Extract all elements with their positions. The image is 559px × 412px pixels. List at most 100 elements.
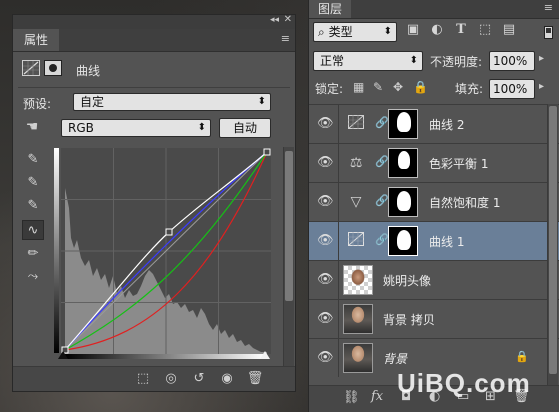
adjustment-title: 曲线	[76, 64, 101, 78]
tab-layers[interactable]: 图层	[309, 0, 351, 18]
visibility-column[interactable]: 👁	[309, 339, 339, 377]
mask-link-icon[interactable]: 🔗	[375, 194, 389, 207]
layer-mask-thumbnail[interactable]	[388, 109, 418, 139]
visibility-eye-icon[interactable]: ◉	[217, 369, 237, 389]
curves-graph[interactable]	[61, 148, 276, 363]
curves-adjustment-icon	[22, 60, 40, 76]
curve-point-tool-icon[interactable]: ∿	[22, 220, 44, 240]
blend-mode-value: 正常	[320, 54, 345, 68]
layer-name[interactable]: 色彩平衡 1	[429, 155, 488, 172]
smooth-curve-icon[interactable]: ⤳	[22, 267, 44, 287]
channel-dropdown[interactable]: RGB ⬍	[61, 119, 211, 137]
lock-all-icon[interactable]: 🔒	[413, 80, 428, 94]
reset-icon[interactable]: ↺	[189, 369, 209, 389]
lock-image-pixels-icon[interactable]: ✎	[373, 80, 383, 94]
visibility-column[interactable]: 👁	[309, 105, 339, 143]
sample-black-point-icon[interactable]: ✎	[22, 150, 44, 170]
auto-button[interactable]: 自动	[219, 118, 271, 138]
layer-mask-icon[interactable]	[44, 60, 62, 76]
layer-style-icon[interactable]: fx	[371, 389, 383, 404]
preset-dropdown[interactable]: 自定 ⬍	[73, 93, 271, 111]
layer-name[interactable]: 姚明头像	[383, 272, 431, 289]
scrollbar-thumb[interactable]	[285, 151, 293, 301]
pixel-filter-icon[interactable]: ▣	[403, 22, 423, 37]
visibility-column[interactable]: 👁	[309, 183, 339, 221]
mask-link-icon[interactable]: 🔗	[375, 116, 389, 129]
type-filter-icon[interactable]: T	[451, 22, 471, 37]
properties-scrollbar[interactable]	[283, 147, 294, 367]
panel-menu-icon[interactable]: ≡	[544, 1, 553, 14]
black-point-slider[interactable]	[58, 351, 68, 359]
layer-name[interactable]: 自然饱和度 1	[429, 194, 500, 211]
layer-thumbnail[interactable]	[343, 343, 373, 373]
visibility-column[interactable]: 👁	[309, 222, 339, 260]
on-image-adjust-hand-icon[interactable]: ☚	[21, 119, 43, 137]
layer-row-vibrance-1[interactable]: 👁 ▽ 🔗 自然饱和度 1	[309, 182, 559, 221]
white-point-slider[interactable]	[260, 351, 270, 359]
sample-gray-point-icon[interactable]: ✎	[22, 173, 44, 193]
eye-icon[interactable]: 👁	[317, 350, 334, 366]
scrollbar-thumb[interactable]	[549, 106, 557, 374]
layer-row-yao-ming-head[interactable]: 👁 姚明头像	[309, 260, 559, 299]
eye-icon[interactable]: 👁	[317, 311, 334, 327]
delete-trash-icon[interactable]: 🗑	[245, 369, 265, 389]
smart-object-filter-icon[interactable]: ▤	[499, 22, 519, 37]
clip-to-layer-icon[interactable]: ⬚	[133, 369, 153, 389]
layer-row-color-balance-1[interactable]: 👁 ⚖ 🔗 色彩平衡 1	[309, 143, 559, 182]
layer-thumbnail[interactable]	[343, 304, 373, 334]
panel-menu-icon[interactable]: ≡	[281, 32, 290, 45]
fill-arrow-icon[interactable]: ▸	[539, 81, 544, 92]
opacity-arrow-icon[interactable]: ▸	[539, 53, 544, 64]
tab-properties[interactable]: 属性	[13, 29, 59, 51]
pencil-draw-icon[interactable]: ✏	[22, 244, 44, 264]
filter-toggle-switch[interactable]	[544, 26, 553, 39]
layer-thumbnail[interactable]	[343, 265, 373, 295]
adjustment-filter-icon[interactable]: ◐	[427, 22, 447, 37]
properties-footer: ⬚ ◎ ↺ ◉ 🗑	[13, 366, 295, 391]
view-previous-state-icon[interactable]: ◎	[161, 369, 181, 389]
layer-mask-thumbnail[interactable]	[388, 226, 418, 256]
opacity-input[interactable]: 100%	[489, 51, 535, 71]
layer-mask-thumbnail[interactable]	[388, 187, 418, 217]
layer-name[interactable]: 背景 拷贝	[383, 311, 435, 328]
lock-position-icon[interactable]: ✥	[393, 80, 403, 94]
eye-icon[interactable]: 👁	[317, 194, 334, 210]
layer-kind-filter-dropdown[interactable]: ⌕ 类型 ⬍	[313, 22, 397, 42]
mask-link-icon[interactable]: 🔗	[375, 155, 389, 168]
layers-scrollbar[interactable]	[547, 104, 558, 386]
curve-point-mid[interactable]	[165, 228, 173, 236]
blend-mode-dropdown[interactable]: 正常 ⬍	[313, 51, 423, 71]
panel-title-strip: ◂◂ ✕	[13, 14, 295, 29]
curve-point-white[interactable]	[263, 148, 271, 156]
vibrance-icon: ▽	[350, 194, 362, 210]
mask-link-icon[interactable]: 🔗	[375, 233, 389, 246]
close-panel-icon[interactable]: ✕	[284, 14, 292, 25]
layer-mask-thumbnail[interactable]	[388, 148, 418, 178]
watermark-logo: UiBQ.com	[397, 368, 531, 398]
curves-svg[interactable]	[61, 148, 271, 354]
properties-panel: ◂◂ ✕ 属性 ≡ 曲线 预设: 自定 ⬍ ☚ RGB ⬍ 自动 ✎ ✎ ✎ ∿…	[12, 14, 296, 392]
output-gradient-bar	[54, 148, 59, 353]
visibility-column[interactable]: 👁	[309, 261, 339, 299]
sample-white-point-icon[interactable]: ✎	[22, 196, 44, 216]
opacity-label: 不透明度:	[430, 55, 483, 69]
color-balance-icon: ⚖	[349, 155, 363, 171]
visibility-column[interactable]: 👁	[309, 300, 339, 338]
layer-name[interactable]: 曲线 1	[429, 233, 464, 250]
link-layers-icon[interactable]: ⛓	[343, 390, 360, 405]
collapse-panel-icon[interactable]: ◂◂	[270, 15, 279, 25]
layer-row-curves-2[interactable]: 👁 🔗 曲线 2	[309, 104, 559, 143]
fill-input[interactable]: 100%	[489, 79, 535, 99]
layer-name[interactable]: 曲线 2	[429, 116, 464, 133]
shape-filter-icon[interactable]: ⬚	[475, 22, 495, 37]
layer-row-background-copy[interactable]: 👁 背景 拷贝	[309, 299, 559, 338]
eye-icon[interactable]: 👁	[317, 272, 334, 288]
lock-transparent-pixels-icon[interactable]: ▦	[353, 80, 364, 94]
layer-name[interactable]: 背景	[383, 350, 407, 367]
adjustment-header: 曲线	[22, 57, 295, 83]
visibility-column[interactable]: 👁	[309, 144, 339, 182]
eye-icon[interactable]: 👁	[317, 155, 334, 171]
eye-icon[interactable]: 👁	[317, 116, 334, 132]
layer-row-curves-1[interactable]: 👁 🔗 曲线 1	[309, 221, 559, 260]
eye-icon[interactable]: 👁	[317, 233, 334, 249]
